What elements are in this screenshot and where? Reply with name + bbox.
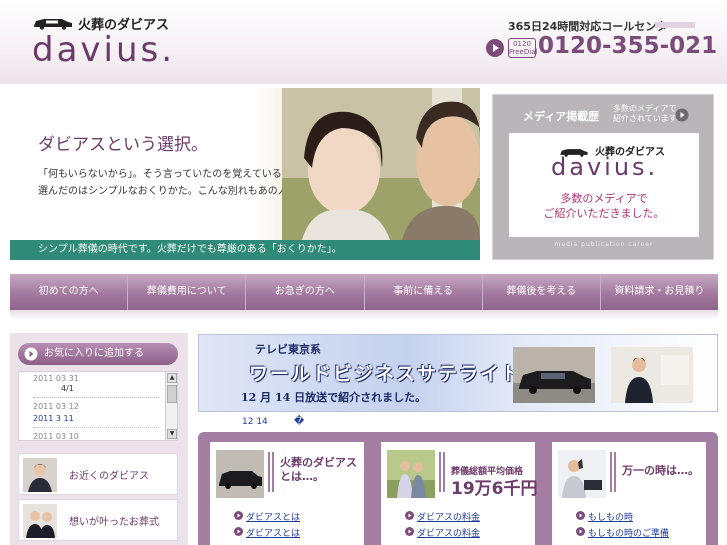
card-divider <box>610 452 616 492</box>
hero-tagline-band: シンプル葬儀の時代です。火葬だけでも尊厳のある「おくりかた」。 <box>10 240 480 260</box>
scroll-thumb[interactable] <box>167 385 177 403</box>
play-circle-icon <box>234 527 243 536</box>
freedial-badge: 0120 FreeDial <box>508 38 538 58</box>
card-link[interactable]: ダビアスとは <box>234 526 300 539</box>
play-circle-icon <box>405 511 414 520</box>
nav-request-quote[interactable]: 資料請求・お見積り <box>601 274 718 310</box>
staff-photo <box>23 458 57 492</box>
play-circle-icon <box>576 511 585 520</box>
card-title-line: 火葬のダビアス <box>280 456 357 469</box>
feature-card-emergency[interactable]: 万一の時は…。 もしもの時 もしもの時のご準備 <box>552 442 706 545</box>
media-note-line: 紹介されています <box>613 114 677 123</box>
nav-funeral-cost[interactable]: 葬儀費用について <box>128 274 247 310</box>
card-link[interactable]: もしもの時のご準備 <box>576 526 669 539</box>
media-panel-header: メディア掲載歴 多数のメディアで 紹介されています <box>493 103 715 127</box>
tv-broadcast-date: 12 月 14 日放送で紹介されました。 <box>241 391 427 404</box>
call-label-bar <box>655 22 695 28</box>
hearse-icon <box>34 19 72 30</box>
average-price: 19万6千円 <box>451 479 538 499</box>
play-circle-icon <box>486 39 504 57</box>
wished-funeral-label: 想いが叶ったお葬式 <box>69 517 159 528</box>
card-title: 万一の時は…。 <box>622 464 699 477</box>
broadcast-meta-text: 12 14 <box>242 417 268 427</box>
news-divider <box>33 427 159 428</box>
nav-after-funeral[interactable]: 葬儀後を考える <box>483 274 601 310</box>
card-divider <box>439 452 445 492</box>
arrow-circle-icon[interactable] <box>675 108 689 122</box>
card-link[interactable]: ダビアスの料金 <box>405 510 480 523</box>
news-title-link[interactable]: 2011 3 11 <box>33 414 74 423</box>
nearby-davius-link[interactable]: お近くのダビアス <box>18 453 178 495</box>
interview-photo <box>611 347 693 403</box>
media-panel-body: 火葬のダビアス davius. 多数のメディアで ご紹介いただきました。 <box>509 133 699 237</box>
news-list: 2011 03 31 4/1 2011 03 12 2011 3 11 2011… <box>18 371 178 441</box>
card-link-label: もしもの時のご準備 <box>588 529 670 539</box>
tv-feature-banner[interactable]: テレビ東京系 ワールドビジネスサテライト 12 月 14 日放送で紹介されました… <box>198 334 718 412</box>
logo-wordmark: davius. <box>32 30 176 70</box>
play-circle-icon <box>24 347 38 361</box>
card-link-label: ダビアスの料金 <box>417 529 481 539</box>
card-divider <box>268 452 274 492</box>
card-link-label: もしもの時 <box>588 513 634 523</box>
media-panel-note: 多数のメディアで 紹介されています <box>613 104 677 124</box>
broken-glyph: � <box>294 416 305 427</box>
media-logo-wordmark: davius. <box>551 153 659 181</box>
phone-number[interactable]: 0120-355-021 <box>538 33 717 59</box>
hearse-photo <box>513 347 595 403</box>
tv-show-title: ワールドビジネスサテライト <box>249 363 523 385</box>
couple-photo <box>282 88 480 240</box>
scroll-down-arrow-icon[interactable]: ▼ <box>167 429 177 439</box>
media-panel[interactable]: メディア掲載歴 多数のメディアで 紹介されています 火葬のダビアス davius… <box>492 94 714 260</box>
card-link-label: ダビアスの料金 <box>417 513 481 523</box>
add-favorite-label: お気に入りに追加する <box>44 348 144 359</box>
card-link-label: ダビアスとは <box>246 513 301 523</box>
card-title-line: とは…。 <box>280 470 324 483</box>
freedial-label: FreeDial <box>509 48 538 56</box>
scroll-up-arrow-icon[interactable]: ▲ <box>167 373 177 383</box>
feature-card-price[interactable]: 葬儀総額平均価格 19万6千円 ダビアスの料金 ダビアスの料金 <box>381 442 538 545</box>
card-link[interactable]: ダビアスとは <box>234 510 300 523</box>
media-panel-footer: media publication career <box>554 241 654 248</box>
ceremony-photo <box>23 504 57 538</box>
freedial-number: 0120 <box>513 40 531 48</box>
phone-call-photo <box>558 450 606 498</box>
media-panel-title: メディア掲載歴 <box>523 110 600 123</box>
feature-panel: 火葬のダビアス とは…。 ダビアスとは ダビアスとは 葬儀総額平均価格 19万6… <box>198 432 718 545</box>
card-link[interactable]: ダビアスの料金 <box>405 526 480 539</box>
main-navigation: 初めての方へ 葬儀費用について お急ぎの方へ 事前に備える 葬儀後を考える 資料… <box>10 274 718 310</box>
media-description-line: 多数のメディアで <box>560 192 648 205</box>
add-favorite-button[interactable]: お気に入りに追加する <box>18 343 178 365</box>
play-circle-icon <box>405 527 414 536</box>
elderly-couple-photo <box>387 450 435 498</box>
wished-funeral-link[interactable]: 想いが叶ったお葬式 <box>18 499 178 541</box>
news-title-link[interactable]: 4/1 <box>61 384 74 393</box>
site-header: 火葬のダビアス davius. 365日24時間対応コールセンター 0120 F… <box>0 0 727 84</box>
nearby-davius-label: お近くのダビアス <box>69 471 149 482</box>
hearse-photo <box>216 450 264 498</box>
card-link[interactable]: もしもの時 <box>576 510 633 523</box>
tv-station-label: テレビ東京系 <box>255 343 321 356</box>
news-date: 2011 03 12 <box>33 402 79 411</box>
card-link-label: ダビアスとは <box>246 529 301 539</box>
nav-first-time[interactable]: 初めての方へ <box>10 274 129 310</box>
play-circle-icon <box>234 511 243 520</box>
media-description-line: ご紹介いただきました。 <box>543 207 665 220</box>
news-divider <box>33 397 159 398</box>
media-description: 多数のメディアで ご紹介いただきました。 <box>509 191 699 221</box>
nav-shadow <box>10 310 718 320</box>
news-date: 2011 03 10 <box>33 432 79 441</box>
nav-urgent[interactable]: お急ぎの方へ <box>246 274 365 310</box>
left-sidebar: お気に入りに追加する 2011 03 31 4/1 2011 03 12 201… <box>10 333 188 545</box>
media-note-line: 多数のメディアで <box>613 104 677 113</box>
call-center-label: 365日24時間対応コールセンター <box>508 20 679 33</box>
card-title: 火葬のダビアス とは…。 <box>280 456 357 484</box>
hero-banner: ダビアスという選択。 「何もいらないから」。そう言っていたのを覚えている。 選ん… <box>10 88 480 260</box>
hero-title: ダビアスという選択。 <box>38 135 208 155</box>
play-circle-icon <box>576 527 585 536</box>
nav-prepare[interactable]: 事前に備える <box>365 274 483 310</box>
news-scrollbar[interactable]: ▲ ▼ <box>165 372 177 440</box>
news-date: 2011 03 31 <box>33 374 79 383</box>
feature-card-about[interactable]: 火葬のダビアス とは…。 ダビアスとは ダビアスとは <box>210 442 364 545</box>
